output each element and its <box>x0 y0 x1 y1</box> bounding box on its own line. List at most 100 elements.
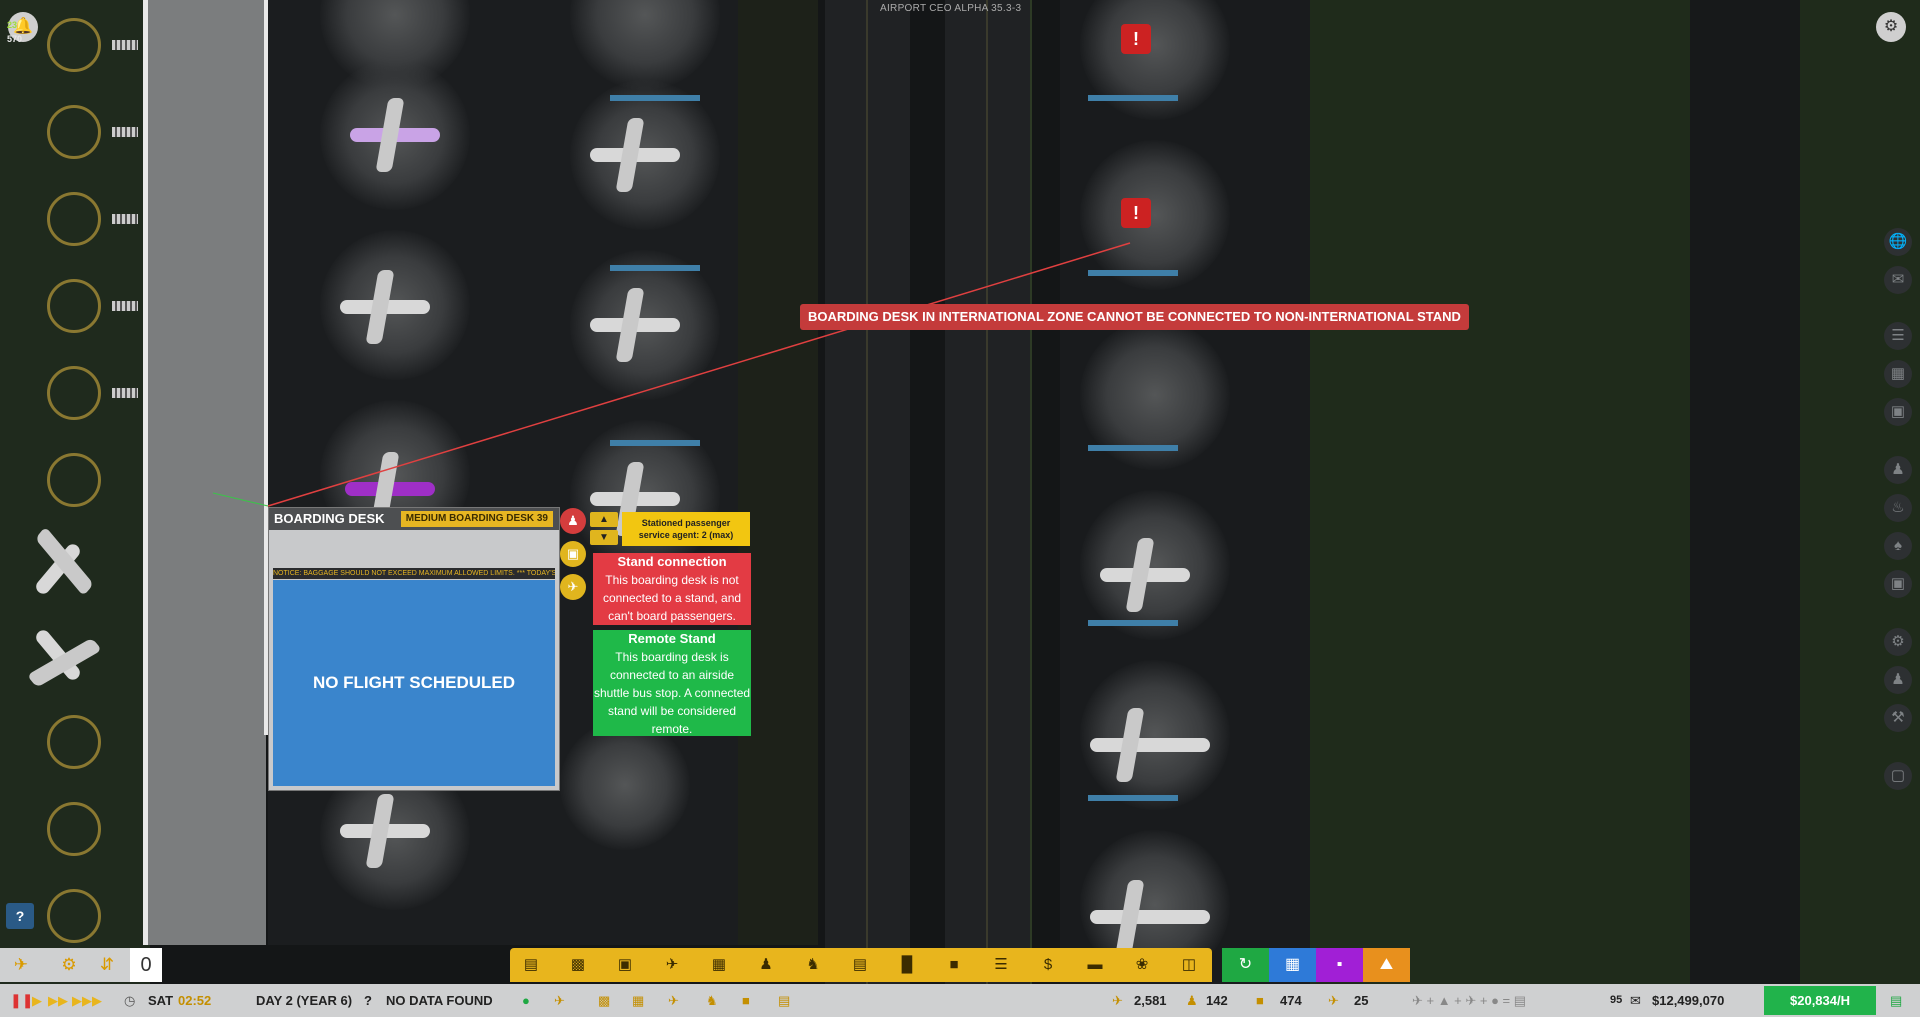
checkin-icon[interactable]: ■ <box>943 956 965 974</box>
agent-stepper[interactable]: ▲ ▼ <box>590 512 618 546</box>
refresh-icon[interactable]: ↻ <box>1222 948 1269 982</box>
luggage-icon[interactable]: ■ <box>742 984 750 1017</box>
chart-icon[interactable]: ▦ <box>1884 360 1912 388</box>
bags-icon: ■ <box>1256 993 1264 1008</box>
build-toolbar: ▤ ▩ ▣ ✈ ▦ ♟ ♞ ▤ █ ■ ☰ $ ▬ ❀ ◫ <box>510 948 1212 982</box>
money-icon[interactable]: $ <box>1037 956 1059 974</box>
faster-forward-icon[interactable]: ▶▶▶ <box>72 984 102 1017</box>
mail-count: 95 <box>1610 994 1623 1006</box>
flow-icons[interactable]: ✈ + ▲ + ✈ + ● = ▤ <box>1412 984 1526 1017</box>
stand-connection-title: Stand connection <box>617 554 727 569</box>
planes-count: 25 <box>1354 993 1369 1008</box>
status-dot-icon: ● <box>522 993 530 1008</box>
runway-icon[interactable]: ✈ <box>661 956 683 974</box>
decrease-agents-button[interactable]: ▼ <box>590 530 618 545</box>
bus-tab-icon[interactable]: ▣ <box>560 541 586 567</box>
notice-ticker: NOTICE: BAGGAGE SHOULD NOT EXCEED MAXIMU… <box>273 568 555 579</box>
report-icon[interactable]: ☰ <box>1884 322 1912 350</box>
bags-count: 474 <box>1280 993 1302 1008</box>
bulldozer-icon[interactable]: ⛰ <box>1363 948 1410 982</box>
data-status[interactable]: NO DATA FOUND <box>386 984 493 1017</box>
notification-count-secondary: 570 <box>7 34 23 44</box>
passengers-icon[interactable]: ♠ <box>1884 532 1912 560</box>
staff-tab-icon[interactable]: ♟ <box>560 508 586 534</box>
bench-icon[interactable]: ▬ <box>1084 956 1106 974</box>
security-icon[interactable]: ♞ <box>802 956 824 974</box>
airplane-tab-icon[interactable]: ✈ <box>560 574 586 600</box>
panel-header[interactable]: BOARDING DESK MEDIUM BOARDING DESK 39 <box>269 508 559 530</box>
boarding-desk-panel[interactable]: BOARDING DESK MEDIUM BOARDING DESK 39 NO… <box>268 507 560 791</box>
settings-button[interactable]: ⚙ <box>1876 12 1906 42</box>
remote-stand-title: Remote Stand <box>628 631 716 646</box>
gear-icon[interactable]: ⚙ <box>58 954 80 976</box>
income-rate: $20,834/H <box>1764 986 1876 1015</box>
agent-info-box: Stationed passenger service agent: 2 (ma… <box>622 512 750 546</box>
destroy-icon[interactable]: ▪ <box>1316 948 1363 982</box>
money-balance: $12,499,070 <box>1652 993 1725 1008</box>
zone-icon[interactable]: ▩ <box>598 984 610 1017</box>
speed-value: 0 <box>130 948 162 982</box>
agent-info-line2: service agent: 2 (max) <box>638 530 734 540</box>
tools-icon[interactable]: ⚒ <box>1884 704 1912 732</box>
mail-icon[interactable]: ✉ <box>1630 984 1641 1017</box>
food-icon[interactable]: ☰ <box>990 956 1012 974</box>
agent-info-line1: Stationed passenger <box>641 518 731 528</box>
desk-type-badge: MEDIUM BOARDING DESK 39 <box>400 511 553 527</box>
bell-icon[interactable]: ♨ <box>1884 494 1912 522</box>
person-icon[interactable]: ♟ <box>755 956 777 974</box>
flight-icon[interactable]: ✈ <box>10 954 32 976</box>
finance-icon[interactable]: ▣ <box>1884 398 1912 426</box>
question-icon: ? <box>364 993 372 1008</box>
help-button[interactable]: ? <box>6 903 34 929</box>
pause-icon[interactable]: ❚❚ <box>10 984 33 1017</box>
play-icon[interactable]: ▶ <box>32 984 42 1017</box>
overlay-toolbar: ↻ ▦ ▪ ⛰ <box>1222 948 1410 982</box>
clock-icon: ◷ <box>124 993 136 1008</box>
game-version-label: AIRPORT CEO ALPHA 35.3-3 <box>880 3 1022 14</box>
decor-icon[interactable]: ❀ <box>1131 956 1153 974</box>
staff-icon: ♟ <box>1186 993 1198 1008</box>
zone-icon[interactable]: ▩ <box>567 956 589 974</box>
grid-icon[interactable]: ▦ <box>632 984 644 1017</box>
staff-icon[interactable]: ♟ <box>1884 456 1912 484</box>
flights-count: 2,581 <box>1134 993 1167 1008</box>
remote-stand-text: This boarding desk is connected to an ai… <box>593 650 751 736</box>
left-mini-toolbar: ✈ ⚙ ⇵ 0 <box>0 948 162 982</box>
planes-icon: ✈ <box>1328 993 1339 1008</box>
computer-icon[interactable]: ▢ <box>1884 762 1912 790</box>
weekday-label: SAT <box>148 993 174 1008</box>
updown-icon[interactable]: ⇵ <box>96 954 118 976</box>
flight-status: NO FLIGHT SCHEDULED <box>312 673 516 692</box>
flight-icon[interactable]: ✈ <box>554 984 565 1017</box>
build-terminal-icon[interactable]: ▤ <box>520 956 542 974</box>
globe-icon[interactable]: 🌐 <box>1884 228 1912 256</box>
stats-icon[interactable]: ▤ <box>1890 984 1902 1017</box>
gear-icon: ⚙ <box>1883 18 1899 35</box>
remote-stand-box: Remote Stand This boarding desk is conne… <box>593 630 751 736</box>
notification-count: 23 <box>7 20 18 30</box>
vehicle-icon[interactable]: ▣ <box>1884 570 1912 598</box>
error-banner: BOARDING DESK IN INTERNATIONAL ZONE CANN… <box>800 304 1469 330</box>
luggage-icon[interactable]: ▦ <box>708 956 730 974</box>
staff-count: 142 <box>1206 993 1228 1008</box>
grid-icon[interactable]: ▦ <box>1269 948 1316 982</box>
game-time: 02:52 <box>178 993 212 1008</box>
stand-connection-text: This boarding desk is not connected to a… <box>602 573 742 623</box>
flights-icon: ✈ <box>1112 993 1123 1008</box>
panel-title: BOARDING DESK <box>274 511 385 526</box>
status-bar: ❚❚ ▶ ▶▶ ▶▶▶ ◷ SAT 02:52 DAY 2 (YEAR 6) ?… <box>0 984 1920 1017</box>
security-icon[interactable]: ♞ <box>706 984 718 1017</box>
fast-forward-icon[interactable]: ▶▶ <box>48 984 68 1017</box>
bus-icon[interactable]: ▣ <box>614 956 636 974</box>
worker-icon[interactable]: ♟ <box>1884 666 1912 694</box>
baggage-icon[interactable]: ▤ <box>849 956 871 974</box>
flight-display: NO FLIGHT SCHEDULED <box>273 580 555 786</box>
seat-icon[interactable]: █ <box>896 956 918 974</box>
increase-agents-button[interactable]: ▲ <box>590 512 618 527</box>
chart-icon[interactable]: ▤ <box>778 984 790 1017</box>
settings-icon[interactable]: ⚙ <box>1884 628 1912 656</box>
stand-connection-box: Stand connection This boarding desk is n… <box>593 553 751 625</box>
mail-icon[interactable]: ✉ <box>1884 266 1912 294</box>
runway-icon[interactable]: ✈ <box>668 984 679 1017</box>
box-icon[interactable]: ◫ <box>1178 956 1200 974</box>
